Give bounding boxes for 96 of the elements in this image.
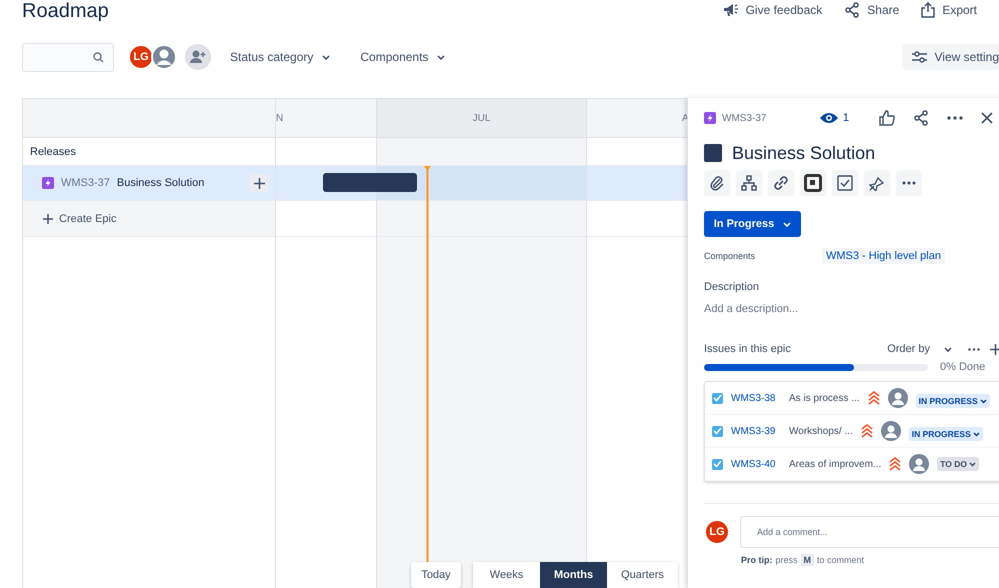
- more-icon[interactable]: [947, 116, 963, 120]
- epic-icon: [42, 177, 54, 189]
- issue-summary: As is process ...: [789, 392, 860, 404]
- order-by-dropdown[interactable]: Order by: [887, 343, 952, 355]
- epic-title: Business Solution: [116, 177, 204, 189]
- header-action[interactable]: Export: [921, 2, 977, 18]
- issue-key[interactable]: WMS3-40: [731, 458, 781, 470]
- issue-key[interactable]: WMS3-37: [722, 112, 766, 124]
- hierarchy-icon: [741, 175, 757, 191]
- view-settings-button[interactable]: View setting: [902, 44, 999, 70]
- timescale-tab[interactable]: Weeks: [473, 562, 540, 588]
- status-dropdown[interactable]: In Progress: [704, 211, 801, 237]
- more-icon[interactable]: [968, 348, 980, 350]
- status-lozenge[interactable]: TO DO: [937, 457, 980, 471]
- chevron-down-icon: [437, 54, 446, 60]
- link-icon: [773, 175, 789, 191]
- search-icon: [93, 52, 104, 62]
- epic-icon: [704, 112, 716, 124]
- filter-dropdown[interactable]: Components: [360, 50, 446, 64]
- square-button[interactable]: [800, 170, 826, 196]
- megaphone-icon: [722, 2, 739, 18]
- checkbox-button[interactable]: [832, 170, 858, 196]
- epic-row[interactable]: WMS3-37 Business Solution: [23, 166, 275, 201]
- timescale-tab[interactable]: Months: [540, 562, 608, 588]
- more-icon: [902, 181, 916, 185]
- child-issue-button[interactable]: [736, 170, 762, 196]
- tip-label: Pro tip:: [741, 555, 772, 565]
- chevron-down-icon: [944, 346, 952, 352]
- create-epic-button[interactable]: Create Epic: [23, 201, 275, 237]
- component-tag[interactable]: WMS3 - High level plan: [822, 248, 945, 264]
- progress-label: 0% Done: [940, 361, 986, 373]
- assignee-avatar[interactable]: [888, 388, 908, 408]
- square-icon: [804, 174, 822, 192]
- section-heading: Issues in this epic: [704, 343, 791, 355]
- paperclip-icon: [710, 175, 724, 191]
- chevron-down-icon: [972, 432, 980, 436]
- child-issue-row[interactable]: WMS3-38 As is process ... IN PROGRESS: [705, 382, 999, 415]
- close-icon[interactable]: [981, 112, 993, 124]
- description-field[interactable]: Add a description...: [704, 303, 999, 315]
- share-icon[interactable]: [913, 110, 929, 126]
- more-button[interactable]: [896, 170, 922, 196]
- issue-summary: Areas of improvem...: [789, 458, 882, 470]
- child-issue-row[interactable]: WMS3-40 Areas of improvem... TO DO: [705, 448, 999, 481]
- comment-field[interactable]: Add a comment...: [740, 516, 999, 548]
- epic-key: WMS3-37: [61, 177, 110, 189]
- link-button[interactable]: [768, 170, 794, 196]
- plus-icon[interactable]: [990, 344, 999, 354]
- plus-icon: [43, 214, 53, 224]
- plus-icon: [254, 178, 264, 188]
- chevron-down-icon: [980, 398, 987, 404]
- tip-text: to comment: [817, 555, 864, 565]
- epic-color-swatch[interactable]: [704, 144, 722, 162]
- checkbox-icon: [837, 175, 853, 191]
- pin-button[interactable]: [864, 170, 890, 196]
- header-action[interactable]: Share: [844, 2, 900, 18]
- today-button[interactable]: Today: [411, 562, 461, 588]
- add-child-button[interactable]: [249, 174, 269, 192]
- search-field[interactable]: [22, 42, 114, 72]
- assignee-avatar[interactable]: [909, 454, 930, 474]
- issue-title[interactable]: Business Solution: [732, 142, 876, 164]
- assignee-avatar[interactable]: [880, 421, 901, 441]
- attach-button[interactable]: [704, 170, 730, 196]
- sliders-icon: [912, 51, 927, 63]
- add-person-icon[interactable]: [185, 44, 211, 70]
- issue-key[interactable]: WMS3-39: [731, 426, 781, 436]
- field-label: Components: [704, 251, 756, 261]
- chevron-down-icon: [969, 462, 976, 466]
- share-icon: [844, 2, 860, 18]
- header-action[interactable]: Give feedback: [722, 2, 822, 18]
- keyboard-key: M: [800, 554, 814, 566]
- timescale-tab[interactable]: Quarters: [607, 562, 678, 588]
- status-lozenge[interactable]: IN PROGRESS: [916, 394, 990, 408]
- month-header: JUL: [377, 99, 586, 138]
- child-issue-row[interactable]: WMS3-39 Workshops/ ... IN PROGRESS: [705, 415, 999, 448]
- priority-icon: [860, 424, 873, 438]
- export-icon: [921, 2, 936, 18]
- user-avatar[interactable]: LG: [128, 44, 154, 70]
- priority-icon: [889, 457, 902, 471]
- month-header: N: [276, 99, 376, 138]
- priority-icon: [868, 391, 880, 405]
- user-avatar[interactable]: [151, 44, 177, 70]
- issue-key[interactable]: WMS3-38: [731, 392, 781, 404]
- tip-text: press: [776, 555, 798, 565]
- issue-summary: Workshops/ ...: [789, 426, 853, 436]
- filter-dropdown[interactable]: Status category: [230, 50, 330, 64]
- thumbs-up-icon[interactable]: [879, 110, 895, 126]
- page-title: Roadmap: [21, 0, 109, 23]
- chevron-down-icon: [322, 54, 330, 60]
- status-lozenge[interactable]: IN PROGRESS: [908, 427, 983, 441]
- section-heading: Description: [704, 281, 760, 293]
- eye-icon[interactable]: [820, 112, 838, 124]
- watcher-count: 1: [842, 112, 849, 124]
- user-avatar: LG: [704, 519, 730, 545]
- chevron-down-icon: [783, 222, 792, 226]
- pin-icon: [868, 175, 886, 191]
- releases-label: Releases: [30, 146, 76, 158]
